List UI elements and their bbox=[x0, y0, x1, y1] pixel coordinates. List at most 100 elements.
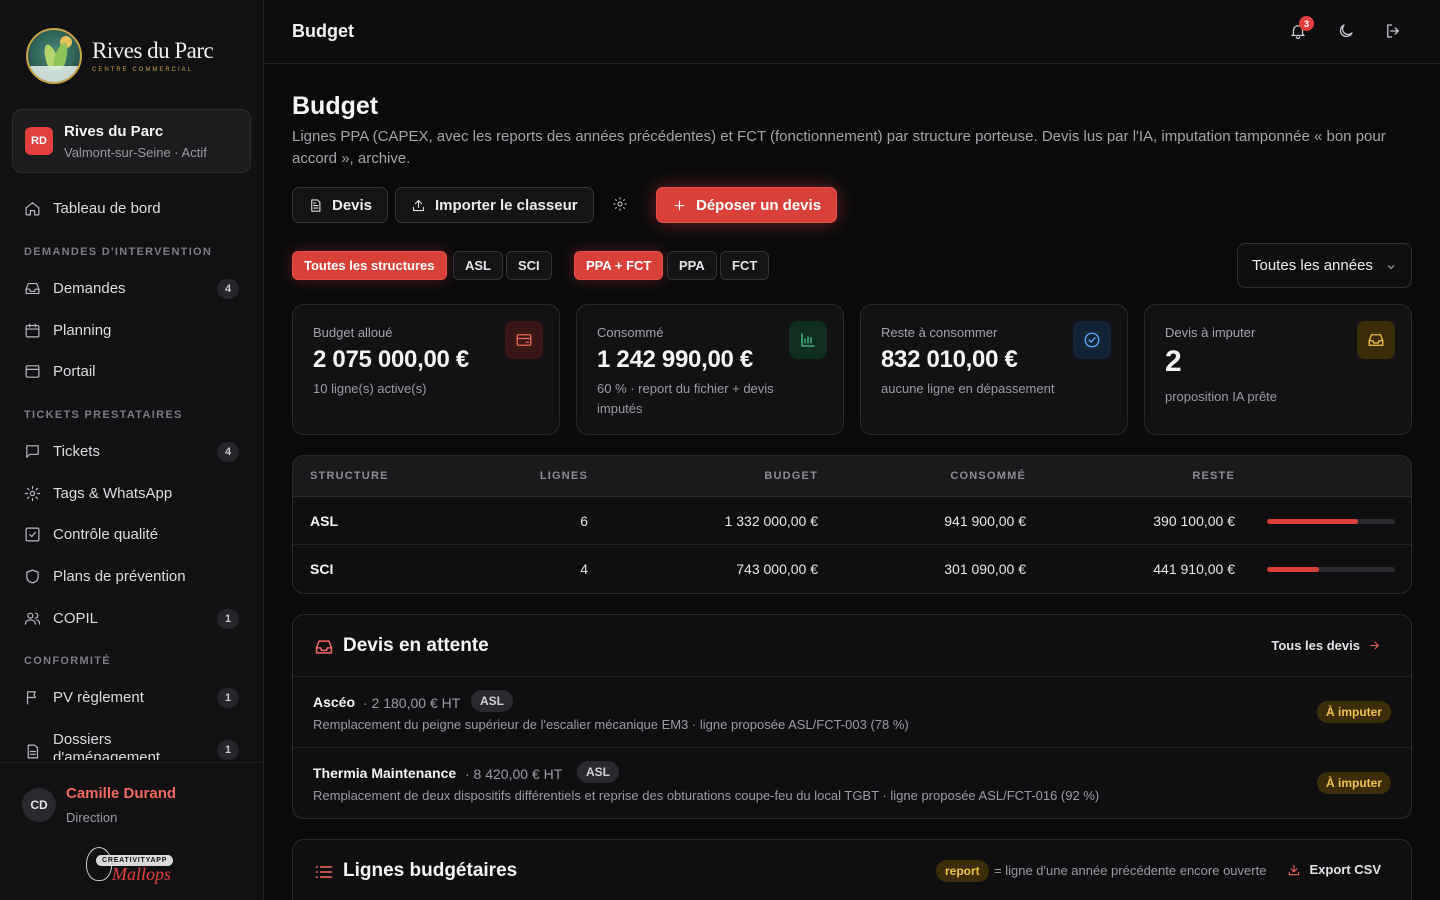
sidebar-item-label: Demandes bbox=[53, 279, 126, 297]
kpi-consomme: Consommé 1 242 990,00 € 60 % · report du… bbox=[576, 304, 844, 435]
notifications-button[interactable]: 3 bbox=[1289, 16, 1314, 42]
sidebar-item-portail[interactable]: Portail bbox=[12, 353, 251, 389]
cell-budget: 743 000,00 € bbox=[736, 561, 818, 577]
table-row[interactable]: ASL 6 1 332 000,00 € 941 900,00 € 390 10… bbox=[293, 497, 1411, 545]
filter-all-structures[interactable]: Toutes les structures bbox=[292, 251, 447, 280]
org-name: Rives du Parc bbox=[64, 122, 164, 140]
settings-button[interactable] bbox=[612, 196, 630, 214]
kpi-label: Devis à imputer bbox=[1165, 325, 1256, 340]
org-location: Valmont-sur-Seine · Actif bbox=[64, 144, 207, 160]
sidebar-item-count: 4 bbox=[217, 279, 239, 299]
filter-fct[interactable]: FCT bbox=[720, 251, 770, 280]
kpi-value: 1 242 990,00 € bbox=[597, 346, 753, 373]
kpi-sub: proposition IA prête bbox=[1165, 389, 1278, 404]
kpi-sub: 10 ligne(s) active(s) bbox=[313, 381, 427, 396]
sidebar-item-controle-qualite[interactable]: Contrôle qualité bbox=[12, 516, 251, 552]
devis-button[interactable]: Devis bbox=[292, 187, 389, 223]
gear-icon bbox=[24, 485, 41, 501]
logo-mark bbox=[26, 28, 82, 84]
cell-structure: ASL bbox=[310, 513, 338, 529]
org-switcher[interactable]: RD Rives du Parc Valmont-sur-Seine · Act… bbox=[12, 109, 251, 173]
sidebar-item-label: Planning bbox=[53, 321, 112, 339]
filter-asl[interactable]: ASL bbox=[453, 251, 503, 280]
sidebar-item-copil[interactable]: COPIL 1 bbox=[12, 600, 251, 636]
quote-amount: · 2 180,00 € HT bbox=[363, 695, 461, 711]
quote-structure-tag: ASL bbox=[577, 761, 619, 783]
sidebar-item-tickets[interactable]: Tickets 4 bbox=[12, 433, 251, 469]
structure-table: STRUCTURE LIGNES BUDGET CONSOMMÉ RESTE A… bbox=[292, 455, 1412, 594]
sidebar-item-tags-whatsapp[interactable]: Tags & WhatsApp bbox=[12, 475, 251, 511]
topbar-title: Budget bbox=[292, 21, 354, 41]
calendar-icon bbox=[25, 323, 40, 337]
sidebar-item-count: 4 bbox=[217, 442, 239, 462]
sidebar-section-tickets: TICKETS PRESTATAIRES bbox=[24, 409, 183, 421]
pending-quote-row[interactable]: Ascéo · 2 180,00 € HT ASL Remplacement d… bbox=[293, 677, 1411, 748]
all-quotes-link[interactable]: Tous les devis bbox=[1271, 638, 1381, 653]
home-icon bbox=[25, 201, 40, 215]
kpi-label: Budget alloué bbox=[313, 325, 393, 340]
sidebar-item-dossiers-amenagement[interactable]: Dossiers d'aménagement 1 bbox=[12, 730, 251, 760]
file-icon bbox=[27, 744, 39, 759]
col-reste: RESTE bbox=[1192, 470, 1235, 482]
sidebar-item-dashboard[interactable]: Tableau de bord bbox=[12, 190, 251, 226]
quote-status-badge: À imputer bbox=[1316, 701, 1391, 723]
deposit-quote-button[interactable]: Déposer un devis bbox=[656, 187, 838, 223]
sidebar-item-pv-reglement[interactable]: PV règlement 1 bbox=[12, 679, 251, 715]
file-text-icon bbox=[311, 198, 321, 212]
consumption-bar bbox=[1267, 519, 1395, 524]
import-button-label: Importer le classeur bbox=[435, 196, 578, 214]
kpi-value: 2 bbox=[1165, 345, 1182, 378]
pending-quote-row[interactable]: Thermia Maintenance · 8 420,00 € HT ASL … bbox=[293, 748, 1411, 819]
export-csv-button[interactable]: Export CSV bbox=[1287, 862, 1381, 877]
brand-logo[interactable]: Rives du Parc CENTRE COMMERCIAL bbox=[26, 28, 214, 84]
table-row[interactable]: SCI 4 743 000,00 € 301 090,00 € 441 910,… bbox=[293, 545, 1411, 593]
inbox-icon bbox=[1368, 334, 1384, 346]
pending-card-header: Devis en attente Tous les devis bbox=[293, 615, 1411, 677]
quote-description: Remplacement du peigne supérieur de l'es… bbox=[313, 717, 909, 732]
upload-icon bbox=[412, 199, 425, 211]
import-workbook-button[interactable]: Importer le classeur bbox=[395, 187, 594, 223]
sidebar-item-planning[interactable]: Planning bbox=[12, 312, 251, 348]
list-icon bbox=[314, 862, 334, 882]
sidebar-section-conformite: CONFORMITÉ bbox=[24, 655, 111, 667]
cell-consomme: 941 900,00 € bbox=[944, 513, 1026, 529]
cell-consomme: 301 090,00 € bbox=[944, 561, 1026, 577]
sidebar-item-plans-prevention[interactable]: Plans de prévention bbox=[12, 558, 251, 594]
logout-button[interactable] bbox=[1384, 22, 1404, 42]
notification-count: 3 bbox=[1299, 16, 1314, 31]
sidebar-item-demandes[interactable]: Demandes 4 bbox=[12, 270, 251, 306]
user-name: Camille Durand bbox=[66, 785, 177, 802]
col-budget: BUDGET bbox=[764, 470, 818, 482]
user-profile[interactable]: CD Camille Durand Direction CREATIVITYAP… bbox=[0, 762, 263, 900]
avatar: CD bbox=[22, 788, 56, 822]
sidebar-item-label: COPIL bbox=[53, 609, 99, 627]
download-icon bbox=[1289, 864, 1300, 875]
kpi-icon-box bbox=[505, 321, 543, 359]
table-header: STRUCTURE LIGNES BUDGET CONSOMMÉ RESTE bbox=[293, 456, 1411, 497]
year-select[interactable]: Toutes les années bbox=[1237, 243, 1412, 288]
filter-sci[interactable]: SCI bbox=[506, 251, 552, 280]
sidebar-item-count: 1 bbox=[217, 688, 239, 708]
theme-toggle-button[interactable] bbox=[1337, 22, 1357, 42]
pending-quotes-card: Devis en attente Tous les devis Ascéo · … bbox=[292, 614, 1412, 819]
flag-icon bbox=[26, 690, 36, 704]
filter-ppa-fct[interactable]: PPA + FCT bbox=[574, 251, 664, 280]
kpi-budget-alloue: Budget alloué 2 075 000,00 € 10 ligne(s)… bbox=[292, 304, 560, 435]
window-icon bbox=[25, 364, 40, 378]
kpi-sub: aucune ligne en dépassement bbox=[881, 381, 1055, 396]
sidebar-item-label: Tableau de bord bbox=[53, 199, 161, 217]
sidebar-item-label: Contrôle qualité bbox=[53, 525, 159, 543]
kpi-value: 2 075 000,00 € bbox=[313, 346, 469, 373]
filter-ppa[interactable]: PPA bbox=[667, 251, 717, 280]
kpi-reste: Reste à consommer 832 010,00 € aucune li… bbox=[860, 304, 1128, 435]
sidebar-item-label: Tags & WhatsApp bbox=[53, 484, 173, 502]
cell-budget: 1 332 000,00 € bbox=[724, 513, 818, 529]
wallet-icon bbox=[516, 334, 532, 346]
sidebar-section-interventions: DEMANDES D'INTERVENTION bbox=[24, 246, 213, 258]
kpi-label: Consommé bbox=[597, 325, 664, 340]
users-icon bbox=[24, 612, 41, 625]
sidebar-item-count: 1 bbox=[217, 740, 239, 760]
col-consomme: CONSOMMÉ bbox=[950, 470, 1026, 482]
year-select-value: Toutes les années bbox=[1252, 257, 1373, 274]
creator-logo: CREATIVITYAPP Mallops bbox=[86, 847, 178, 887]
